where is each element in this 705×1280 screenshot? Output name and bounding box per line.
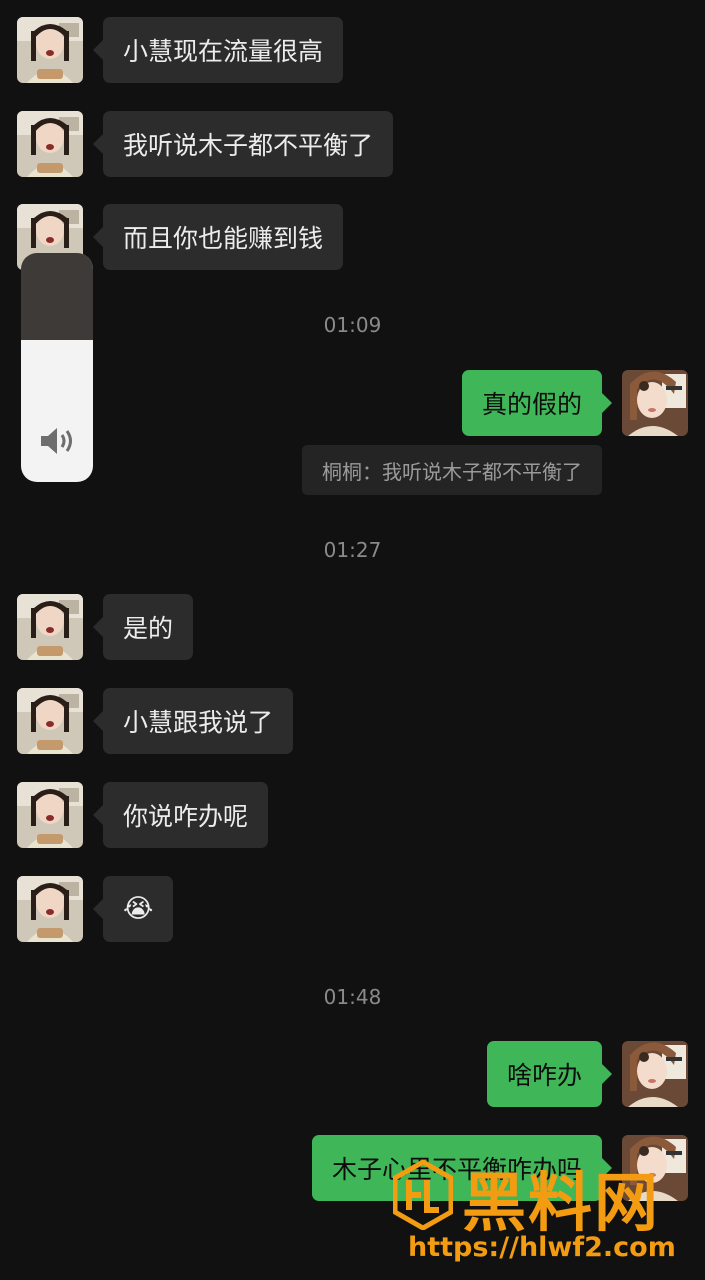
outgoing-message-bubble[interactable]: 啥咋办 xyxy=(486,1041,613,1107)
incoming-message-bubble[interactable]: 你说咋办呢 xyxy=(92,782,269,848)
watermark-logo-icon xyxy=(392,1159,454,1234)
quoted-reply[interactable]: 桐桐：我听说木子都不平衡了 xyxy=(302,445,602,495)
incoming-message-bubble[interactable]: 我听说木子都不平衡了 xyxy=(92,111,394,177)
message-timestamp: 01:09 xyxy=(323,313,382,337)
watermark-brand: 黑料网 xyxy=(462,1167,660,1241)
contact-avatar[interactable] xyxy=(17,17,83,83)
outgoing-message-bubble[interactable]: 真的假的 xyxy=(461,370,613,436)
contact-avatar[interactable] xyxy=(17,111,83,177)
speaker-icon xyxy=(39,426,77,460)
contact-avatar[interactable] xyxy=(17,876,83,942)
incoming-message-bubble[interactable]: 而且你也能赚到钱 xyxy=(92,204,344,270)
contact-avatar[interactable] xyxy=(17,594,83,660)
volume-slider[interactable] xyxy=(21,253,93,482)
contact-avatar[interactable] xyxy=(17,782,83,848)
my-avatar[interactable] xyxy=(622,1041,688,1107)
message-timestamp: 01:48 xyxy=(323,985,382,1009)
crying-emoji-icon: 😭 xyxy=(123,894,154,924)
my-avatar[interactable] xyxy=(622,370,688,436)
incoming-message-bubble[interactable]: 小慧跟我说了 xyxy=(92,688,294,754)
incoming-emoji-bubble[interactable]: 😭 xyxy=(92,876,174,942)
incoming-message-bubble[interactable]: 是的 xyxy=(92,594,194,660)
contact-avatar[interactable] xyxy=(17,688,83,754)
message-timestamp: 01:27 xyxy=(323,538,382,562)
incoming-message-bubble[interactable]: 小慧现在流量很高 xyxy=(92,17,344,83)
watermark-url: https://hlwf2.com xyxy=(408,1232,676,1263)
